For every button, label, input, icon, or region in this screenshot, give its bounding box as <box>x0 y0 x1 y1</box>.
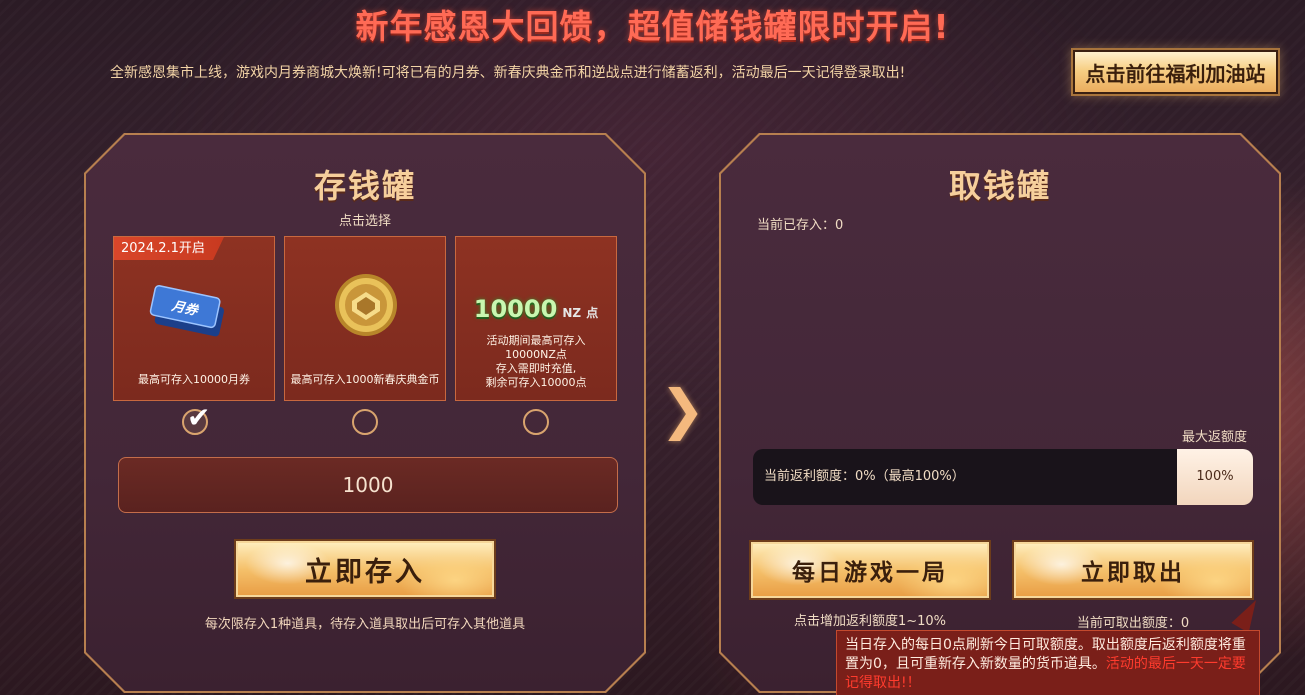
radio-voucher[interactable]: ✔ <box>182 409 208 435</box>
max-rebate-label: 最大返额度 <box>1181 430 1247 445</box>
radio-nz-points[interactable] <box>523 409 549 435</box>
withdrawable-amount: 当前可取出额度：0 <box>1076 616 1190 631</box>
deposit-now-button[interactable]: 立即存入 <box>234 539 496 599</box>
card-gold-coin-desc: 最高可存入1000新春庆典金币 <box>290 373 440 386</box>
nz-desc-line-4: 剩余可存入10000点 <box>485 376 587 389</box>
nz-desc-line-1: 活动期间最高可存入 <box>486 334 586 347</box>
deposit-amount-field[interactable]: 1000 <box>118 457 618 513</box>
voucher-icon: 月券 <box>114 261 276 381</box>
card-gold-coin[interactable]: 最高可存入1000新春庆典金币 <box>284 236 446 401</box>
page-subtitle: 全新感恩集市上线，游戏内月券商城大焕新!可将已有的月券、新春庆典金币和逆战点进行… <box>110 65 906 81</box>
radio-gold-coin[interactable] <box>352 409 378 435</box>
welfare-station-button[interactable]: 点击前往福利加油站 <box>1071 48 1280 96</box>
rebate-max-value: 100% <box>1177 449 1253 505</box>
rebate-progress-bar: 当前返利额度：0%（最高100%） 100% <box>753 449 1253 505</box>
withdraw-panel-title: 取钱罐 <box>948 167 1051 205</box>
nz-amount: 10000 <box>473 295 558 323</box>
card-voucher[interactable]: 2024.2.1开启 月券 最高可存入10000月券 <box>113 236 275 401</box>
nz-points-icon: 10000 NZ 点 <box>456 295 616 323</box>
gold-coin-icon <box>285 245 447 365</box>
nz-unit: NZ <box>562 306 582 320</box>
withdraw-now-button[interactable]: 立即取出 <box>1012 540 1254 600</box>
daily-rebate-note: 点击增加返利额度1~10% <box>793 614 947 629</box>
deposit-rule-note: 每次限存入1种道具，待存入道具取出后可存入其他道具 <box>204 617 526 632</box>
withdraw-panel-body: 取钱罐 当前已存入：0 最大返额度 当前返利额度：0%（最高100%） 100%… <box>721 135 1279 691</box>
check-icon: ✔ <box>187 401 211 434</box>
nz-desc-line-2: 10000NZ点 <box>505 348 567 361</box>
withdraw-panel: 取钱罐 当前已存入：0 最大返额度 当前返利额度：0%（最高100%） 100%… <box>719 133 1281 693</box>
card-voucher-desc: 最高可存入10000月券 <box>138 373 250 386</box>
deposit-panel-title: 存钱罐 <box>313 167 416 205</box>
start-date-badge: 2024.2.1开启 <box>114 237 224 260</box>
card-nz-points[interactable]: 10000 NZ 点 活动期间最高可存入 10000NZ点 存入需即时充值, 剩… <box>455 236 617 401</box>
rebate-progress-text: 当前返利额度：0%（最高100%） <box>764 469 965 484</box>
page-title: 新年感恩大回馈，超值储钱罐限时开启! <box>355 7 950 46</box>
select-hint: 点击选择 <box>338 214 391 229</box>
nz-suffix: 点 <box>586 306 599 320</box>
deposit-panel: 存钱罐 点击选择 2024.2.1开启 月券 最高可存入10000月券 最高可存… <box>84 133 646 693</box>
chevron-right-icon: ❯ <box>660 378 706 441</box>
withdraw-tooltip: 当日存入的每日0点刷新今日可取额度。取出额度后返利额度将重置为0，且可重新存入新… <box>836 630 1260 695</box>
card-nz-points-desc: 活动期间最高可存入 10000NZ点 存入需即时充值, 剩余可存入10000点 <box>456 334 616 390</box>
deposit-panel-body: 存钱罐 点击选择 2024.2.1开启 月券 最高可存入10000月券 最高可存… <box>86 135 644 691</box>
deposited-amount: 当前已存入：0 <box>757 218 844 233</box>
daily-game-button[interactable]: 每日游戏一局 <box>749 540 991 600</box>
nz-desc-line-3: 存入需即时充值, <box>495 362 577 375</box>
